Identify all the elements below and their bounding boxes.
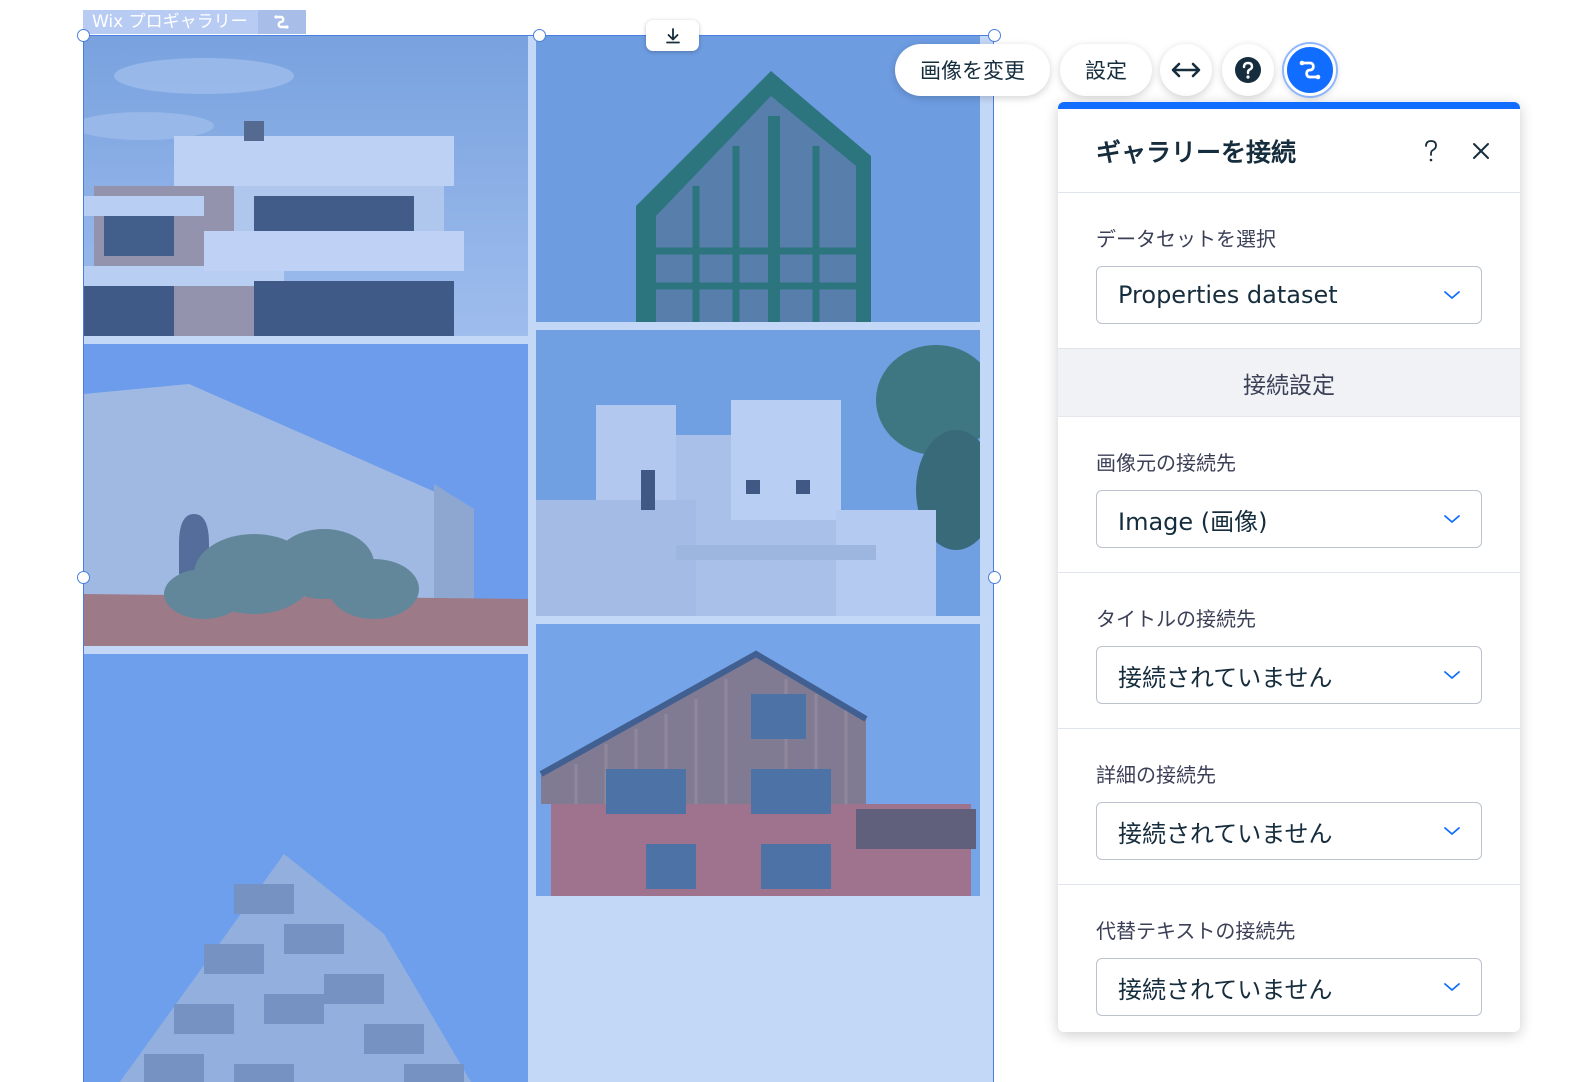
dataset-value: Properties dataset [1118, 281, 1338, 309]
panel-header: ギャラリーを接続 [1058, 109, 1520, 193]
gallery-tag-label: Wix プロギャラリー [83, 10, 258, 34]
title-dropdown[interactable]: 接続されていません [1096, 646, 1482, 704]
panel-close-button[interactable] [1456, 126, 1506, 176]
field-section-description: 詳細の接続先 接続されていません [1058, 729, 1520, 885]
chevron-down-icon [1444, 827, 1460, 835]
chevron-down-icon [1444, 983, 1460, 991]
gallery-item-modern-white-villa[interactable] [84, 36, 528, 336]
connect-data-button[interactable] [1284, 44, 1336, 96]
dataset-section: データセットを選択 Properties dataset [1058, 193, 1520, 349]
editor-canvas: Wix プロギャラリー 画像を変更 設定 ギャラリーを接続 データセットを選択 … [0, 0, 1596, 1082]
connect-data-icon [1299, 60, 1321, 80]
connect-gallery-panel: ギャラリーを接続 データセットを選択 Properties dataset 接続… [1058, 102, 1520, 1032]
field-label: 代替テキストの接続先 [1096, 919, 1296, 943]
help-button[interactable] [1222, 44, 1274, 96]
change-image-button[interactable]: 画像を変更 [895, 44, 1050, 96]
help-icon [1235, 57, 1261, 83]
chevron-down-icon [1444, 671, 1460, 679]
image-source-dropdown[interactable]: Image (画像) [1096, 490, 1482, 548]
resize-handle-top-right[interactable] [988, 29, 1001, 42]
resize-handle-middle-right[interactable] [988, 571, 1001, 584]
gallery-name-tag[interactable]: Wix プロギャラリー [83, 10, 306, 34]
alt-text-dropdown[interactable]: 接続されていません [1096, 958, 1482, 1016]
resize-handle-top-left[interactable] [77, 29, 90, 42]
question-mark-icon [1425, 139, 1437, 161]
download-button[interactable] [646, 20, 699, 51]
connection-settings-header: 接続設定 [1058, 349, 1520, 417]
field-section-image-source: 画像元の接続先 Image (画像) [1058, 417, 1520, 573]
connect-data-icon[interactable] [257, 10, 306, 34]
gallery-item-balcony-tower[interactable] [84, 654, 528, 1082]
dropdown-value: Image (画像) [1118, 507, 1268, 536]
panel-title: ギャラリーを接続 [1096, 137, 1297, 167]
stretch-arrows-icon [1171, 62, 1201, 78]
field-label: タイトルの接続先 [1096, 607, 1256, 631]
stretch-button[interactable] [1160, 44, 1212, 96]
panel-help-button[interactable] [1406, 126, 1456, 176]
chevron-down-icon [1444, 515, 1460, 523]
close-icon [1473, 142, 1489, 159]
pro-gallery[interactable] [83, 35, 994, 1082]
dataset-dropdown[interactable]: Properties dataset [1096, 266, 1482, 324]
dropdown-value: 接続されていません [1118, 663, 1333, 692]
dropdown-value: 接続されていません [1118, 975, 1333, 1004]
gallery-item-white-cubic-house[interactable] [536, 330, 980, 616]
description-dropdown[interactable]: 接続されていません [1096, 802, 1482, 860]
gallery-item-wood-brick-house[interactable] [536, 624, 980, 896]
download-icon [665, 27, 680, 43]
field-label: 画像元の接続先 [1096, 451, 1236, 475]
field-section-alt-text: 代替テキストの接続先 接続されていません [1058, 885, 1520, 1032]
resize-handle-middle-left[interactable] [77, 571, 90, 584]
settings-button[interactable]: 設定 [1060, 44, 1152, 96]
field-section-title: タイトルの接続先 接続されていません [1058, 573, 1520, 729]
chevron-down-icon [1444, 291, 1460, 299]
resize-handle-top-center[interactable] [533, 29, 546, 42]
dropdown-value: 接続されていません [1118, 819, 1333, 848]
field-label: 詳細の接続先 [1096, 763, 1216, 787]
gallery-item-white-wall-olive-tree[interactable] [84, 344, 528, 646]
dataset-label: データセットを選択 [1096, 227, 1276, 251]
